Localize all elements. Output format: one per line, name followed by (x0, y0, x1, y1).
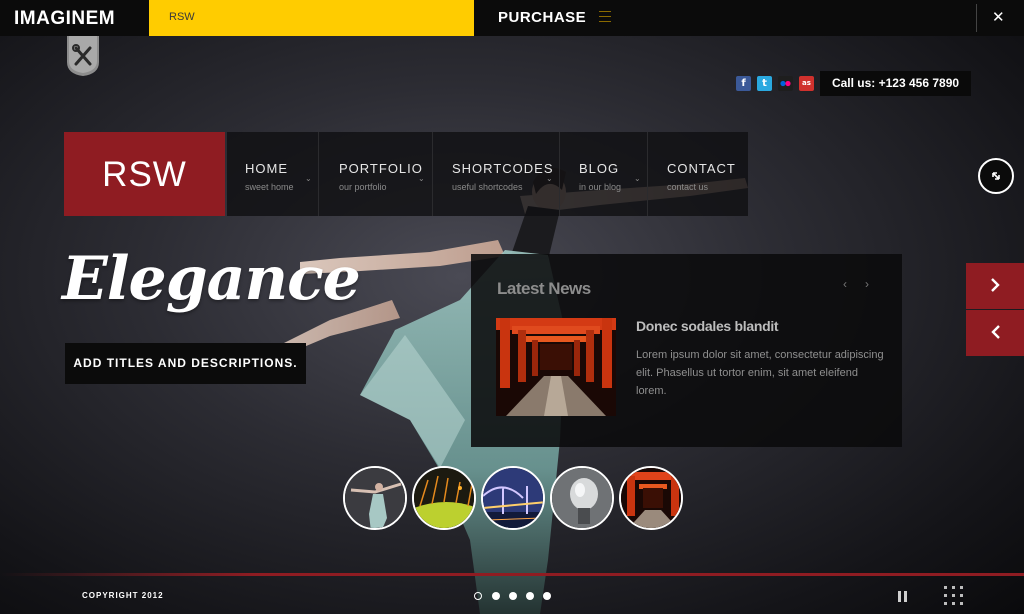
pagination-dot-4[interactable] (526, 592, 534, 600)
chevron-down-icon: ⌄ (418, 174, 425, 183)
thumbnail-bridge[interactable] (481, 466, 545, 530)
nav-item-sub: useful shortcodes (452, 182, 523, 192)
demo-select[interactable]: RSW (149, 0, 611, 36)
close-icon[interactable]: ✕ (992, 8, 1005, 26)
chevron-down-icon: ⌄ (305, 174, 312, 183)
nav-item-label: HOME (245, 161, 288, 176)
brand-name[interactable]: IMAGINEM (14, 8, 115, 30)
flickr-icon[interactable] (778, 76, 793, 91)
pagination-dot-2[interactable] (492, 592, 500, 600)
news-title: Latest News (497, 279, 591, 298)
news-prev-button[interactable]: ‹ (843, 277, 847, 291)
pagination-dot-5[interactable] (543, 592, 551, 600)
footer-accent-line (0, 573, 1024, 576)
latest-news-panel: Latest News ‹ › Donec sodales blandit Lo… (471, 254, 902, 447)
nav-item-home[interactable]: HOME sweet home ⌄ (227, 132, 319, 216)
news-item-body: Lorem ipsum dolor sit amet, consectetur … (636, 349, 884, 397)
site-logo-text: RSW (102, 155, 187, 194)
top-divider (976, 4, 977, 32)
twitter-icon[interactable]: t (757, 76, 772, 91)
phone-number: Call us: +123 456 7890 (820, 71, 971, 96)
chevron-right-icon (991, 278, 1000, 292)
nav-item-sub: sweet home (245, 182, 294, 192)
thumbnail-bulb[interactable] (550, 466, 614, 530)
lastfm-icon[interactable]: as (799, 76, 814, 91)
main-nav: HOME sweet home ⌄ PORTFOLIO our portfoli… (227, 132, 748, 216)
thumbnail-grass[interactable] (412, 466, 476, 530)
news-next-button[interactable]: › (865, 277, 869, 291)
slide-pagination (474, 592, 554, 602)
nav-item-blog[interactable]: BLOG in our blog ⌄ (560, 132, 648, 216)
nav-item-portfolio[interactable]: PORTFOLIO our portfolio ⌄ (319, 132, 433, 216)
chevron-down-icon: ⌄ (634, 174, 641, 183)
nav-item-contact[interactable]: CONTACT contact us (648, 132, 748, 216)
site-logo[interactable]: RSW (64, 132, 225, 216)
facebook-icon[interactable]: f (736, 76, 751, 91)
thumbnail-dancer[interactable] (343, 466, 407, 530)
top-bar: IMAGINEM RSW PURCHASE ✕ (0, 0, 1024, 36)
slide-caption: ADD TITLES AND DESCRIPTIONS. (65, 343, 306, 384)
nav-item-label: PORTFOLIO (339, 161, 423, 176)
nav-item-shortcodes[interactable]: SHORTCODES useful shortcodes ⌄ (433, 132, 560, 216)
grid-view-icon[interactable] (944, 586, 964, 606)
thumbnail-torii[interactable] (619, 466, 683, 530)
menu-icon[interactable] (599, 11, 611, 25)
expand-icon (992, 172, 1000, 180)
nav-item-sub: contact us (667, 182, 709, 192)
tools-badge-icon[interactable] (66, 36, 100, 76)
pagination-dot-1[interactable] (474, 592, 482, 600)
purchase-link[interactable]: PURCHASE (498, 9, 586, 26)
nav-item-label: BLOG (579, 161, 620, 176)
nav-item-label: CONTACT (667, 161, 736, 176)
nav-item-sub: our portfolio (339, 182, 387, 192)
next-slide-button[interactable] (966, 263, 1024, 309)
copyright-text: COPYRIGHT 2012 (82, 591, 164, 600)
pagination-dot-3[interactable] (509, 592, 517, 600)
pause-icon[interactable] (898, 591, 908, 602)
chevron-down-icon: ⌄ (546, 174, 553, 183)
news-item-title[interactable]: Donec sodales blandit (636, 318, 779, 334)
nav-item-sub: in our blog (579, 182, 622, 192)
chevron-left-icon (991, 325, 1000, 339)
news-thumbnail[interactable] (496, 318, 616, 416)
nav-item-label: SHORTCODES (452, 161, 554, 176)
demo-select-value: RSW (169, 11, 195, 23)
fullscreen-toggle[interactable] (978, 158, 1014, 194)
slide-headline: Elegance (62, 244, 361, 314)
prev-slide-button[interactable] (966, 310, 1024, 356)
